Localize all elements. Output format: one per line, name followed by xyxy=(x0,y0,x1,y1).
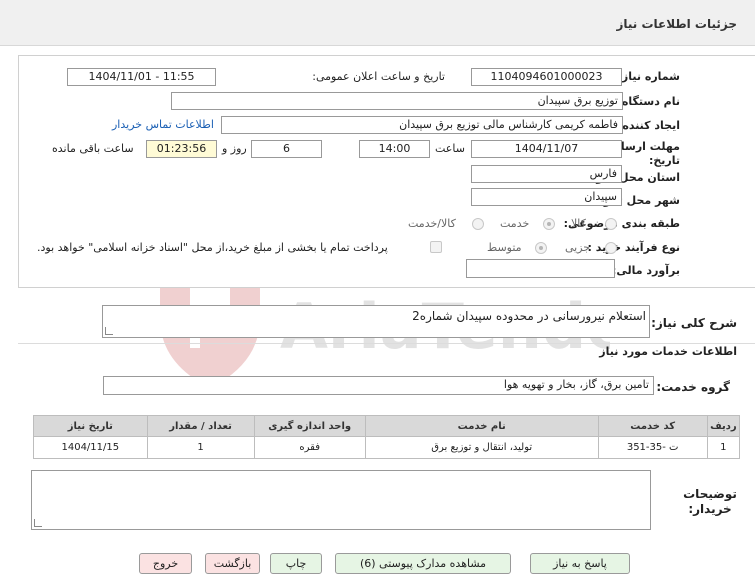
divider xyxy=(18,343,755,344)
purchase-radio-minor[interactable] xyxy=(605,242,617,254)
announce-date-label: تاریخ و ساعت اعلان عمومی: xyxy=(312,70,445,83)
category-option-goods-service: کالا/خدمت xyxy=(408,217,456,230)
category-radio-goods-service[interactable] xyxy=(472,218,484,230)
services-table: ردیف کد خدمت نام خدمت واحد اندازه گیری ت… xyxy=(33,415,741,459)
reply-button[interactable]: پاسخ به نیاز xyxy=(530,553,630,574)
cell-service-name: تولید، انتقال و توزیع برق xyxy=(364,436,599,459)
purchase-radio-medium[interactable] xyxy=(535,242,547,254)
category-option-goods: کالا xyxy=(571,217,586,230)
cell-need-date: 1404/11/15 xyxy=(33,436,148,459)
buyer-notes-textarea[interactable] xyxy=(31,470,651,530)
deadline-days-field[interactable]: 6 xyxy=(251,140,322,158)
col-header-service-name: نام خدمت xyxy=(364,415,599,437)
city-field[interactable]: سپیدان xyxy=(471,188,622,206)
remaining-time-label: ساعت باقی مانده xyxy=(52,142,134,155)
col-header-unit: واحد اندازه گیری xyxy=(253,415,366,437)
treasury-checkbox[interactable] xyxy=(430,241,442,253)
view-attachments-button[interactable]: مشاهده مدارک پیوستی (6) xyxy=(335,553,511,574)
purchase-option-medium: متوسط xyxy=(487,241,522,254)
col-header-service-code: کد خدمت xyxy=(597,415,708,437)
buyer-contact-link[interactable]: اطلاعات تماس خریدار xyxy=(112,118,214,131)
description-label: شرح کلی نیاز: xyxy=(651,316,737,330)
service-group-label: گروه خدمت: xyxy=(656,380,730,394)
deadline-date-field[interactable]: 1404/11/07 xyxy=(471,140,622,158)
province-field[interactable]: فارس xyxy=(471,165,622,183)
requester-field[interactable]: فاطمه کریمی کارشناس مالی توزیع برق سپیدا… xyxy=(221,116,623,134)
purchase-option-minor: جزیی xyxy=(565,241,591,254)
cell-service-code: ت -35-351 xyxy=(597,436,708,459)
deadline-label-2: تاریخ: xyxy=(648,154,680,167)
resize-grip-icon[interactable] xyxy=(105,327,113,335)
resize-grip-icon[interactable] xyxy=(34,519,42,527)
announce-date-field[interactable]: 1404/11/01 - 11:55 xyxy=(67,68,216,86)
exit-button[interactable]: خروج xyxy=(139,553,192,574)
col-header-quantity: تعداد / مقدار xyxy=(146,415,255,437)
category-radio-goods[interactable] xyxy=(605,218,617,230)
cell-quantity: 1 xyxy=(146,436,255,459)
description-textarea[interactable]: استعلام نیرورسانی در محدوده سپیدان شماره… xyxy=(102,305,650,338)
need-number-label: شماره نیاز: xyxy=(617,70,680,83)
print-button[interactable]: چاپ xyxy=(270,553,322,574)
cell-row-no: 1 xyxy=(706,436,741,459)
deadline-time-field[interactable]: 14:00 xyxy=(359,140,430,158)
description-text: استعلام نیرورسانی در محدوده سپیدان شماره… xyxy=(412,309,646,323)
table-header-row: ردیف کد خدمت نام خدمت واحد اندازه گیری ت… xyxy=(33,415,741,437)
service-group-field[interactable]: تامین برق، گاز، بخار و تهویه هوا xyxy=(103,376,654,395)
days-label: روز و xyxy=(222,142,247,155)
purchase-type-label: نوع فرآیند خرید : xyxy=(587,241,680,254)
col-header-row-no: ردیف xyxy=(706,415,741,437)
remaining-time-field: 01:23:56 xyxy=(146,140,217,158)
deadline-time-label: ساعت xyxy=(435,142,465,155)
back-button[interactable]: بازگشت xyxy=(205,553,260,574)
treasury-note: پرداخت تمام یا بخشی از مبلغ خرید،از محل … xyxy=(37,241,388,254)
category-radio-service[interactable] xyxy=(543,218,555,230)
need-number-field[interactable]: 1104094601000023 xyxy=(471,68,622,86)
col-header-need-date: تاریخ نیاز xyxy=(33,415,148,437)
category-option-service: خدمت xyxy=(500,217,530,230)
page-title: جزئیات اطلاعات نیاز xyxy=(616,17,737,31)
buyer-org-field[interactable]: توزیع برق سپیدان xyxy=(171,92,623,110)
services-section-title: اطلاعات خدمات مورد نیاز xyxy=(599,345,737,358)
budget-field[interactable] xyxy=(466,259,615,278)
page-header: جزئیات اطلاعات نیاز xyxy=(0,0,755,46)
buyer-notes-label: توضیحات خریدار: xyxy=(683,487,737,516)
budget-label: برآورد مالی: xyxy=(612,264,680,277)
table-row[interactable]: 1 ت -35-351 تولید، انتقال و توزیع برق فق… xyxy=(33,436,741,459)
cell-unit: فقره xyxy=(253,436,366,459)
